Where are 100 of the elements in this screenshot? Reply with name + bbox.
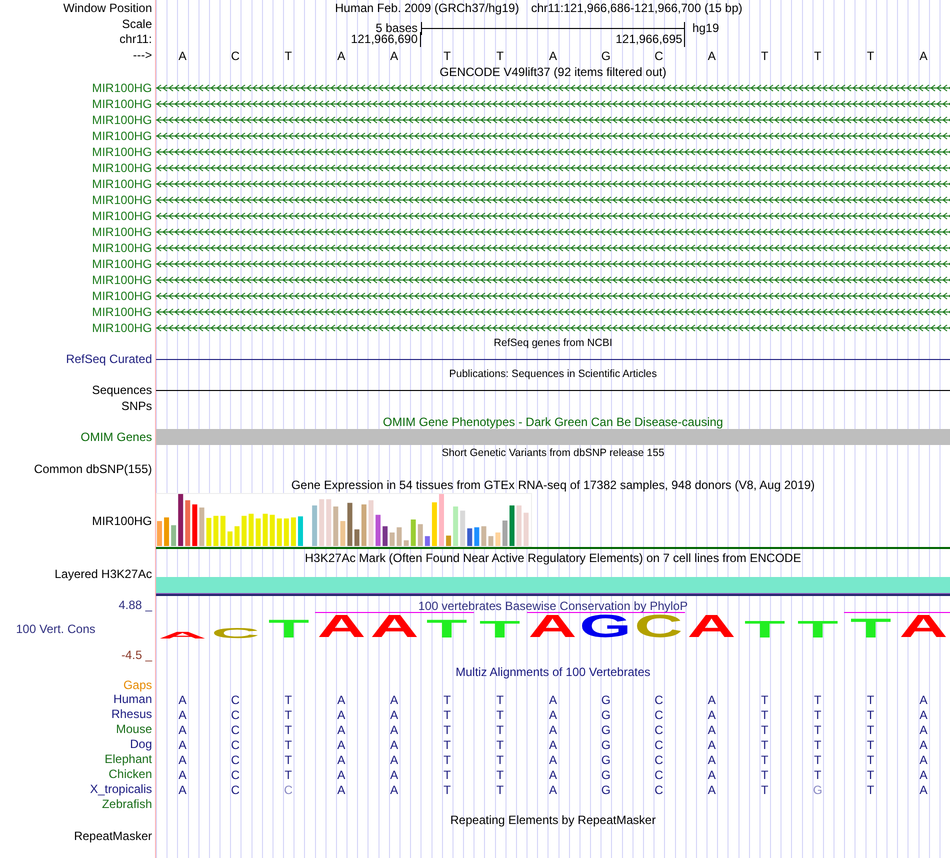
aligned-base: T [761,768,768,780]
track-label[interactable]: Scale [122,16,152,32]
track-label[interactable]: MIR100HG [92,80,152,96]
expression-bar [199,508,204,546]
coordinate-label: 121,966,690 [350,32,421,47]
expression-bar [524,512,529,546]
track-label[interactable]: chr11: [120,32,152,47]
expression-bar [404,540,409,546]
track-label[interactable]: MIR100HG [92,514,152,528]
expression-bar [276,518,282,546]
track-label[interactable]: Layered H3K27Ac [54,567,152,582]
aligned-base: T [761,784,768,796]
base-letter: T [284,50,292,62]
expression-bar [495,532,500,546]
track-label[interactable]: Mouse [116,722,152,737]
aligned-base: T [866,738,874,750]
track-label[interactable]: MIR100HG [92,272,152,288]
expression-bar [333,506,338,546]
aligned-base: A [390,784,398,796]
track-label[interactable]: MIR100HG [92,144,152,160]
track-label[interactable]: MIR100HG [92,320,152,336]
track-label[interactable]: RepeatMasker [74,828,152,844]
expression-bar [396,527,402,546]
aligned-base: A [337,694,346,706]
aligned-base: A [708,708,716,720]
track-label[interactable]: Common dbSNP(155) [34,462,152,476]
expression-bar [290,517,296,546]
base-letter: T [496,50,504,62]
base-letter: T [761,50,768,62]
aligned-base: A [708,724,716,736]
aligned-base: A [548,768,557,780]
track-label[interactable]: MIR100HG [92,112,152,128]
aligned-base: T [284,754,292,766]
track-label[interactable]: MIR100HG [92,96,152,112]
aligned-base: T [814,738,822,750]
aligned-base: T [284,708,292,720]
expression-bar [234,526,240,546]
track-label[interactable]: RefSeq Curated [66,352,152,366]
track-label[interactable]: MIR100HG [92,176,152,192]
expression-bar [488,536,494,546]
track-title: GENCODE V49lift37 (92 items filtered out) [440,66,666,78]
aligned-base: G [601,694,611,706]
expression-bar [376,514,381,546]
track-label[interactable]: 100 Vert. Cons [5,622,160,637]
expression-bar [228,531,232,546]
track-label[interactable]: MIR100HG [92,304,152,320]
track-label[interactable]: SNPs [121,398,152,414]
sequence-logo-letter: T [266,618,310,639]
track-label[interactable]: X_tropicalis [90,782,152,797]
aligned-base: C [231,754,240,766]
aligned-base: G [812,784,822,796]
base-letter: A [548,50,557,62]
aligned-base: A [548,694,557,706]
track-label[interactable]: ---> [133,48,152,63]
expression-bar [410,519,416,546]
sequence-logo-letter: T [849,616,892,639]
track-label[interactable]: Dog [130,737,152,752]
track-label[interactable]: Elephant [104,752,152,767]
aligned-base: A [390,754,398,766]
aligned-base: A [178,708,186,720]
track-label[interactable]: MIR100HG [92,224,152,240]
aligned-base: C [231,708,240,720]
track-label[interactable]: Zebrafish [102,797,152,812]
track-label[interactable]: MIR100HG [92,208,152,224]
track-label[interactable]: MIR100HG [92,160,152,176]
coordinate-label: 121,966,695 [616,32,686,47]
track-label[interactable]: MIR100HG [92,128,152,144]
track-label[interactable]: MIR100HG [92,256,152,272]
axis-max-label: 4.88 _ [118,598,152,613]
track-label[interactable]: Chicken [108,767,152,782]
track-label[interactable]: Sequences [92,382,152,398]
track-label[interactable]: MIR100HG [92,192,152,208]
aligned-base: T [761,694,768,706]
track-label[interactable]: MIR100HG [92,288,152,304]
aligned-base: T [496,738,504,750]
aligned-base: G [601,724,611,736]
aligned-base: T [814,768,822,780]
aligned-base: T [284,724,292,736]
aligned-base: C [654,738,664,750]
track-label[interactable]: Human [113,692,152,707]
sequence-logo-letter: G [580,613,632,639]
sequence-logo-letter: A [157,631,208,639]
expression-bar [213,516,218,546]
track-label[interactable]: Window Position [63,0,152,16]
aligned-base: T [814,694,822,706]
track-label[interactable]: Rhesus [111,707,152,722]
expression-bar [502,520,508,546]
aligned-base: A [337,708,346,720]
track-label[interactable]: MIR100HG [92,240,152,256]
aligned-base: T [496,768,504,780]
track-label[interactable]: OMIM Genes [80,430,152,444]
aligned-base: T [496,694,504,706]
aligned-base: A [920,694,928,706]
expression-bar [460,510,466,546]
aligned-base: A [548,784,557,796]
aligned-base: G [601,738,611,750]
base-letter: T [866,50,874,62]
sequence-logo-letter: T [478,620,522,639]
aligned-base: A [337,754,346,766]
aligned-base: C [654,708,664,720]
